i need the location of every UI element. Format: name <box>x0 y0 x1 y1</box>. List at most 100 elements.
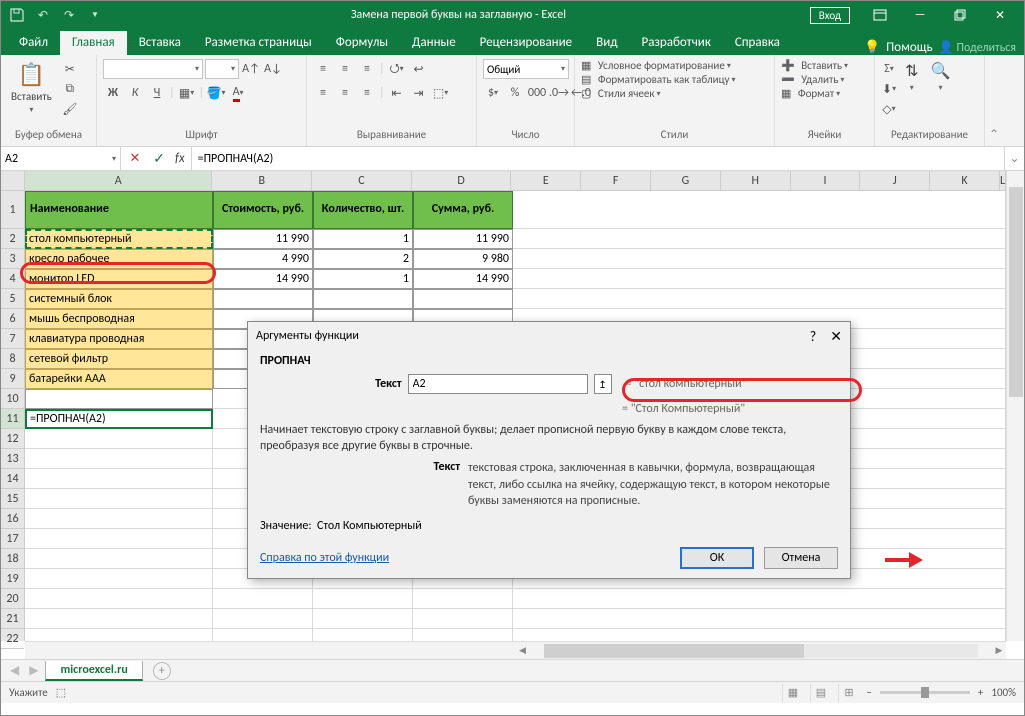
cell-D2[interactable]: 11 990 <box>413 229 513 249</box>
dialog-close-icon[interactable]: ✕ <box>830 328 842 345</box>
sheet-tab-active[interactable]: microexcel.ru <box>45 661 142 681</box>
bold-button[interactable]: Ж <box>103 83 123 103</box>
col-header-B[interactable]: B <box>212 171 312 190</box>
font-size-combo[interactable]: ▾ <box>205 59 239 79</box>
increase-font-icon[interactable]: A↑ <box>241 59 261 79</box>
cell-B5[interactable] <box>213 289 313 309</box>
cell-rest-1[interactable] <box>513 191 1006 229</box>
cell-A4[interactable]: монитор LED <box>25 269 213 289</box>
cell-A2[interactable]: стол компьютерный <box>25 229 213 249</box>
dialog-help-link[interactable]: Справка по этой функции <box>260 551 389 565</box>
cell-A10[interactable] <box>25 389 213 409</box>
align-right-icon[interactable]: ≡ <box>357 83 377 103</box>
format-as-table-button[interactable]: ▤ Форматировать как таблицу▾ <box>581 73 735 86</box>
cell-A9[interactable]: батарейки AAA <box>25 369 213 389</box>
row-header-16[interactable]: 16 <box>1 509 24 529</box>
merge-icon[interactable]: ⬚▾ <box>431 83 451 103</box>
dialog-help-icon[interactable]: ? <box>810 328 817 345</box>
paste-button[interactable]: 📋 Вставить ▾ <box>7 59 56 117</box>
row-header-21[interactable]: 21 <box>1 609 24 629</box>
align-center-icon[interactable]: ≡ <box>335 83 355 103</box>
cell-styles-button[interactable]: ▢ Стили ячеек▾ <box>581 87 660 100</box>
fill-icon[interactable]: ⬇▾ <box>881 79 897 99</box>
ok-button[interactable]: ОК <box>680 547 754 569</box>
tab-tell-me[interactable]: Помощь <box>886 40 932 55</box>
currency-icon[interactable]: $▾ <box>483 83 503 103</box>
tab-file[interactable]: Файл <box>7 31 60 55</box>
col-header-H[interactable]: H <box>721 171 791 190</box>
row-header-7[interactable]: 7 <box>1 329 24 349</box>
cell-A11[interactable]: =ПРОПНАЧ(A2) <box>25 409 213 429</box>
row-header-13[interactable]: 13 <box>1 449 24 469</box>
col-header-C[interactable]: C <box>312 171 412 190</box>
increase-indent-icon[interactable]: ⇥ <box>409 83 429 103</box>
tab-formulas[interactable]: Формулы <box>324 31 400 55</box>
view-page-break-icon[interactable]: ⊞ <box>838 684 858 702</box>
save-icon[interactable] <box>5 4 29 26</box>
cell-D1[interactable]: Сумма, руб. <box>413 191 513 229</box>
cell-A5[interactable]: системный блок <box>25 289 213 309</box>
fx-icon[interactable]: fx <box>171 151 189 166</box>
row-header-12[interactable]: 12 <box>1 429 24 449</box>
row-header-9[interactable]: 9 <box>1 369 24 389</box>
row-header-11[interactable]: 11 <box>1 409 24 429</box>
row-header-14[interactable]: 14 <box>1 469 24 489</box>
row-header-2[interactable]: 2 <box>1 229 24 249</box>
tab-view[interactable]: Вид <box>584 31 629 55</box>
select-all-corner[interactable] <box>1 171 25 191</box>
maximize-icon[interactable] <box>940 2 980 28</box>
row-header-8[interactable]: 8 <box>1 349 24 369</box>
align-middle-icon[interactable]: ≡ <box>335 59 355 79</box>
number-format-combo[interactable]: Общий▾ <box>483 59 569 79</box>
delete-cells-button[interactable]: ➖ Удалить▾ <box>781 73 844 86</box>
redo-icon[interactable]: ↷ <box>57 4 81 26</box>
close-icon[interactable]: ✕ <box>980 2 1020 28</box>
cell-A1[interactable]: Наименование <box>25 191 213 229</box>
align-left-icon[interactable]: ≡ <box>313 83 333 103</box>
minimize-icon[interactable]: — <box>900 2 940 28</box>
font-color-icon[interactable]: A▾ <box>228 83 248 103</box>
horizontal-scrollbar[interactable]: ◀▶ <box>25 641 1006 659</box>
cancel-button[interactable]: Отмена <box>764 547 838 569</box>
cell-D4[interactable]: 14 990 <box>413 269 513 289</box>
comma-icon[interactable]: 000 <box>527 83 547 103</box>
sheet-nav-prev-icon[interactable]: ◀ <box>7 663 22 678</box>
col-header-D[interactable]: D <box>412 171 512 190</box>
clear-icon[interactable]: ◇▾ <box>881 99 897 119</box>
row-header-1[interactable]: 1 <box>1 191 24 229</box>
format-cells-button[interactable]: ▦ Формат▾ <box>781 87 840 100</box>
sort-filter-button[interactable]: ⇅▾ <box>901 59 922 95</box>
macro-record-icon[interactable]: ⬚ <box>56 686 66 699</box>
undo-icon[interactable]: ↶ <box>31 4 55 26</box>
increase-decimal-icon[interactable]: .0→ <box>549 83 569 103</box>
col-header-J[interactable]: J <box>860 171 930 190</box>
qat-dropdown-icon[interactable]: ▼ <box>83 4 107 26</box>
tab-insert[interactable]: Вставка <box>127 31 193 55</box>
tab-home[interactable]: Главная <box>60 31 127 55</box>
tab-review[interactable]: Рецензирование <box>468 31 584 55</box>
orientation-icon[interactable]: ⭯▾ <box>387 59 407 79</box>
row-header-17[interactable]: 17 <box>1 529 24 549</box>
col-header-I[interactable]: I <box>791 171 861 190</box>
ribbon-display-icon[interactable] <box>860 2 900 28</box>
zoom-slider[interactable] <box>880 691 970 694</box>
row-header-19[interactable]: 19 <box>1 569 24 589</box>
row-header-4[interactable]: 4 <box>1 269 24 289</box>
share-button[interactable]: 👤Поделиться <box>939 40 1016 55</box>
cell-D3[interactable]: 9 980 <box>413 249 513 269</box>
col-header-F[interactable]: F <box>581 171 651 190</box>
tab-page-layout[interactable]: Разметка страницы <box>193 31 324 55</box>
font-name-combo[interactable]: ▾ <box>103 59 203 79</box>
enter-formula-icon[interactable]: ✓ <box>147 148 171 170</box>
underline-button[interactable]: Ч <box>147 83 167 103</box>
cell-D5[interactable] <box>413 289 513 309</box>
collapse-ribbon-icon[interactable]: ⌃ <box>985 55 1003 146</box>
col-header-A[interactable]: A <box>25 171 212 190</box>
decrease-font-icon[interactable]: A↓ <box>263 59 283 79</box>
row-header-15[interactable]: 15 <box>1 489 24 509</box>
align-top-icon[interactable]: ≡ <box>313 59 333 79</box>
cell-B1[interactable]: Стоимость, руб. <box>213 191 313 229</box>
zoom-out-icon[interactable]: − <box>866 686 871 699</box>
find-select-button[interactable]: 🔍▾ <box>926 59 954 95</box>
col-header-E[interactable]: E <box>511 171 581 190</box>
